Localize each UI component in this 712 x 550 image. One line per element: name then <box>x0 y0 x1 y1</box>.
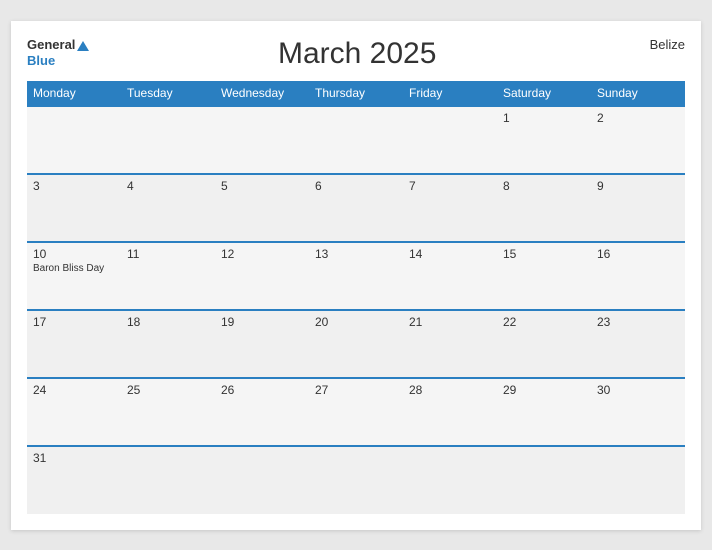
day-number: 18 <box>127 315 209 329</box>
logo-blue-text: Blue <box>27 53 89 69</box>
day-number: 27 <box>315 383 397 397</box>
day-cell-4-0: 24 <box>27 378 121 446</box>
day-cell-4-4: 28 <box>403 378 497 446</box>
day-cell-2-1: 11 <box>121 242 215 310</box>
day-number: 31 <box>33 451 115 465</box>
day-number: 26 <box>221 383 303 397</box>
day-number: 19 <box>221 315 303 329</box>
week-row-4: 17 18 19 20 21 22 23 <box>27 310 685 378</box>
week-row-1: 12 <box>27 106 685 174</box>
day-number: 29 <box>503 383 585 397</box>
day-number: 15 <box>503 247 585 261</box>
day-cell-0-4 <box>403 106 497 174</box>
day-number: 22 <box>503 315 585 329</box>
day-cell-0-6: 2 <box>591 106 685 174</box>
day-number: 7 <box>409 179 491 193</box>
day-number: 1 <box>503 111 585 125</box>
day-number: 28 <box>409 383 491 397</box>
calendar-container: General Blue March 2025 Belize Monday Tu… <box>11 21 701 530</box>
logo-general-text: General <box>27 37 75 52</box>
day-cell-3-0: 17 <box>27 310 121 378</box>
day-cell-5-5 <box>497 446 591 514</box>
day-cell-3-4: 21 <box>403 310 497 378</box>
day-cell-2-0: 10 Baron Bliss Day <box>27 242 121 310</box>
day-cell-0-1 <box>121 106 215 174</box>
day-cell-0-5: 1 <box>497 106 591 174</box>
day-cell-4-6: 30 <box>591 378 685 446</box>
day-number: 21 <box>409 315 491 329</box>
day-number: 24 <box>33 383 115 397</box>
calendar-title: March 2025 <box>89 37 625 71</box>
day-number: 25 <box>127 383 209 397</box>
day-number: 13 <box>315 247 397 261</box>
day-cell-4-3: 27 <box>309 378 403 446</box>
header-wednesday: Wednesday <box>215 81 309 106</box>
day-cell-4-5: 29 <box>497 378 591 446</box>
header-tuesday: Tuesday <box>121 81 215 106</box>
day-number: 3 <box>33 179 115 193</box>
day-number: 5 <box>221 179 303 193</box>
day-cell-1-1: 4 <box>121 174 215 242</box>
logo: General Blue <box>27 37 89 69</box>
day-number: 8 <box>503 179 585 193</box>
day-number: 14 <box>409 247 491 261</box>
day-number: 6 <box>315 179 397 193</box>
day-cell-2-2: 12 <box>215 242 309 310</box>
logo-triangle-icon <box>77 41 89 51</box>
day-number: 12 <box>221 247 303 261</box>
header-friday: Friday <box>403 81 497 106</box>
day-number: 16 <box>597 247 679 261</box>
day-cell-0-2 <box>215 106 309 174</box>
day-cell-5-2 <box>215 446 309 514</box>
country-name: Belize <box>625 37 685 52</box>
week-row-6: 31 <box>27 446 685 514</box>
day-cell-5-0: 31 <box>27 446 121 514</box>
day-cell-4-2: 26 <box>215 378 309 446</box>
header-sunday: Sunday <box>591 81 685 106</box>
day-number: 10 <box>33 247 115 261</box>
day-cell-2-6: 16 <box>591 242 685 310</box>
day-cell-1-6: 9 <box>591 174 685 242</box>
day-number: 4 <box>127 179 209 193</box>
day-cell-3-3: 20 <box>309 310 403 378</box>
day-cell-1-2: 5 <box>215 174 309 242</box>
day-cell-2-3: 13 <box>309 242 403 310</box>
day-cell-0-0 <box>27 106 121 174</box>
day-event: Baron Bliss Day <box>33 263 115 274</box>
day-cell-1-4: 7 <box>403 174 497 242</box>
day-cell-1-5: 8 <box>497 174 591 242</box>
day-cell-5-3 <box>309 446 403 514</box>
calendar-table: Monday Tuesday Wednesday Thursday Friday… <box>27 81 685 514</box>
week-row-2: 3456789 <box>27 174 685 242</box>
weekday-header-row: Monday Tuesday Wednesday Thursday Friday… <box>27 81 685 106</box>
day-cell-3-5: 22 <box>497 310 591 378</box>
day-cell-2-5: 15 <box>497 242 591 310</box>
week-row-3: 10 Baron Bliss Day 11 12 13 14 15 16 <box>27 242 685 310</box>
day-cell-1-0: 3 <box>27 174 121 242</box>
day-number: 23 <box>597 315 679 329</box>
day-cell-3-2: 19 <box>215 310 309 378</box>
day-cell-5-4 <box>403 446 497 514</box>
day-number: 30 <box>597 383 679 397</box>
day-number: 17 <box>33 315 115 329</box>
day-cell-2-4: 14 <box>403 242 497 310</box>
day-number: 9 <box>597 179 679 193</box>
day-cell-0-3 <box>309 106 403 174</box>
day-cell-3-1: 18 <box>121 310 215 378</box>
day-number: 2 <box>597 111 679 125</box>
week-row-5: 24 25 26 27 28 29 30 <box>27 378 685 446</box>
day-cell-4-1: 25 <box>121 378 215 446</box>
day-cell-3-6: 23 <box>591 310 685 378</box>
header-thursday: Thursday <box>309 81 403 106</box>
calendar-header: General Blue March 2025 Belize <box>27 37 685 71</box>
header-saturday: Saturday <box>497 81 591 106</box>
day-number: 11 <box>127 247 209 261</box>
day-cell-5-6 <box>591 446 685 514</box>
header-monday: Monday <box>27 81 121 106</box>
day-cell-1-3: 6 <box>309 174 403 242</box>
day-number: 20 <box>315 315 397 329</box>
day-cell-5-1 <box>121 446 215 514</box>
